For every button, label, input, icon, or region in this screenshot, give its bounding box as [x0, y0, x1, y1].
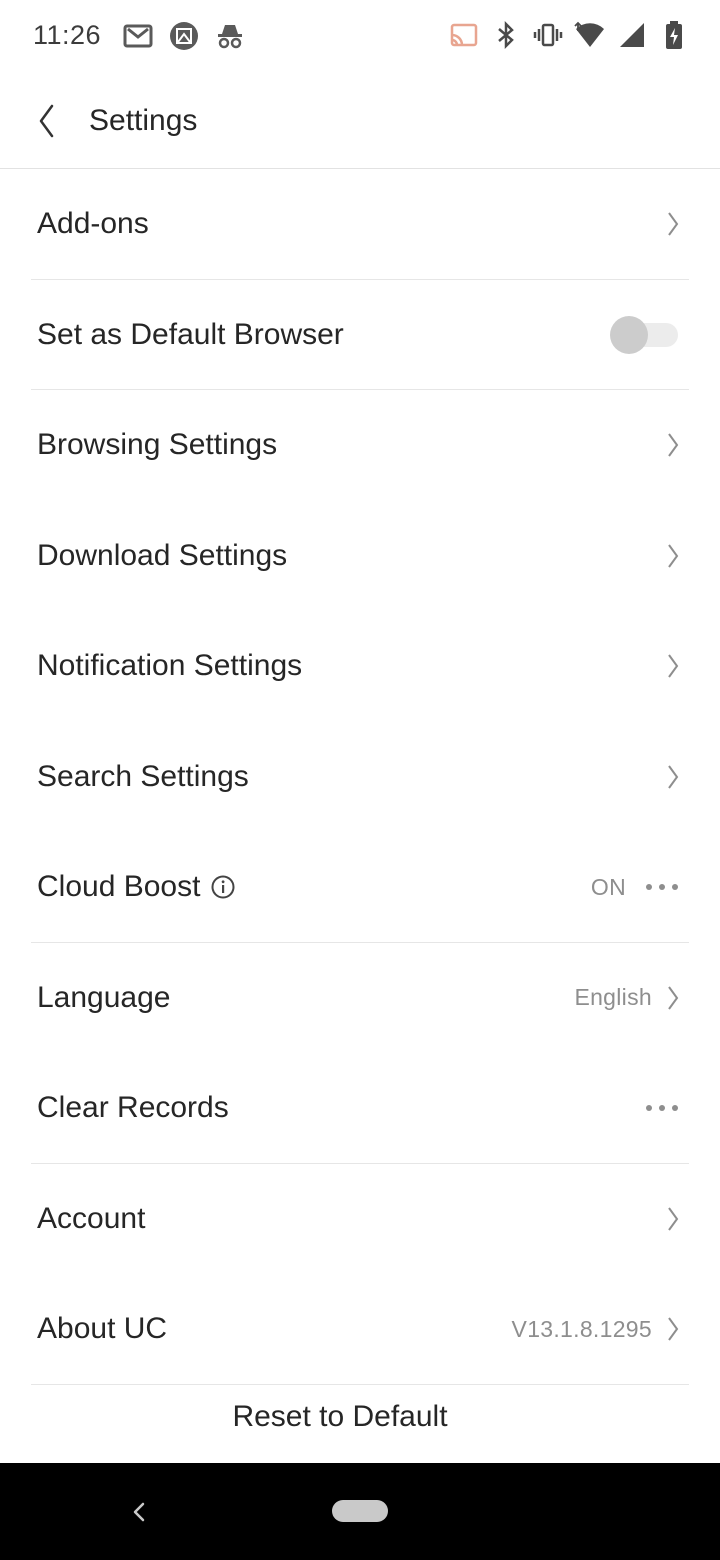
language-value: English	[574, 984, 652, 1011]
cloud-boost-value: ON	[590, 873, 626, 900]
incognito-icon	[218, 25, 242, 49]
addons-row[interactable]: Add-ons	[0, 169, 720, 280]
default-browser-row: Set as Default Browser	[0, 280, 720, 390]
notification-settings-label: Notification Settings	[37, 649, 303, 683]
wifi-icon	[574, 21, 604, 47]
nav-home-button[interactable]	[332, 1500, 388, 1522]
about-label: About UC	[37, 1312, 168, 1346]
photo-icon	[170, 22, 198, 50]
default-browser-toggle[interactable]	[610, 315, 678, 354]
chevron-right-icon	[668, 986, 679, 1010]
chevron-right-icon	[668, 654, 679, 678]
download-settings-row[interactable]: Download Settings	[0, 501, 720, 612]
chevron-right-icon	[668, 212, 679, 236]
page-title: Settings	[89, 104, 198, 137]
notification-settings-row[interactable]: Notification Settings	[0, 611, 720, 722]
back-chevron-icon	[39, 104, 54, 138]
chevron-right-icon	[668, 1207, 679, 1231]
status-left-icons	[122, 20, 246, 52]
browsing-settings-row[interactable]: Browsing Settings	[0, 390, 720, 501]
more-options-icon[interactable]	[646, 1105, 678, 1112]
vibrate-icon	[533, 23, 563, 47]
signal-icon	[620, 23, 644, 47]
gmail-icon	[123, 24, 153, 48]
status-right-icons	[448, 19, 690, 51]
chevron-right-icon	[668, 544, 679, 568]
language-label: Language	[37, 980, 171, 1014]
back-button[interactable]	[26, 96, 66, 146]
search-settings-label: Search Settings	[37, 759, 249, 793]
browsing-settings-label: Browsing Settings	[37, 428, 278, 462]
toggle-thumb	[610, 315, 648, 354]
status-time: 11:26	[33, 20, 102, 50]
reset-to-default-button[interactable]: Reset to Default	[0, 1400, 680, 1434]
chevron-right-icon	[668, 433, 679, 457]
navigation-bar	[0, 1463, 720, 1560]
account-row[interactable]: Account	[0, 1164, 720, 1275]
about-row[interactable]: About UC V13.1.8.1295	[0, 1274, 720, 1385]
addons-label: Add-ons	[37, 207, 149, 241]
info-icon[interactable]	[210, 874, 236, 900]
clear-records-row[interactable]: Clear Records	[0, 1053, 720, 1164]
settings-list: Add-ons Set as Default Browser Browsing …	[0, 169, 720, 1385]
cloud-boost-row[interactable]: Cloud Boost ON	[0, 832, 720, 943]
download-settings-label: Download Settings	[37, 538, 288, 572]
status-bar: 11:26	[0, 0, 720, 72]
search-settings-row[interactable]: Search Settings	[0, 722, 720, 833]
cloud-boost-label: Cloud Boost	[37, 870, 201, 904]
cast-icon	[450, 23, 478, 47]
chevron-right-icon	[668, 765, 679, 789]
clear-records-label: Clear Records	[37, 1091, 229, 1125]
divider	[31, 1383, 689, 1385]
language-row[interactable]: Language English	[0, 943, 720, 1054]
bluetooth-icon	[498, 20, 514, 50]
account-label: Account	[37, 1201, 146, 1235]
more-options-icon[interactable]	[646, 884, 678, 891]
nav-back-icon[interactable]	[128, 1499, 150, 1525]
chevron-right-icon	[668, 1317, 679, 1341]
battery-icon	[666, 21, 682, 49]
default-browser-label: Set as Default Browser	[37, 317, 344, 351]
header: Settings	[0, 72, 720, 169]
version-value: V13.1.8.1295	[511, 1315, 652, 1342]
